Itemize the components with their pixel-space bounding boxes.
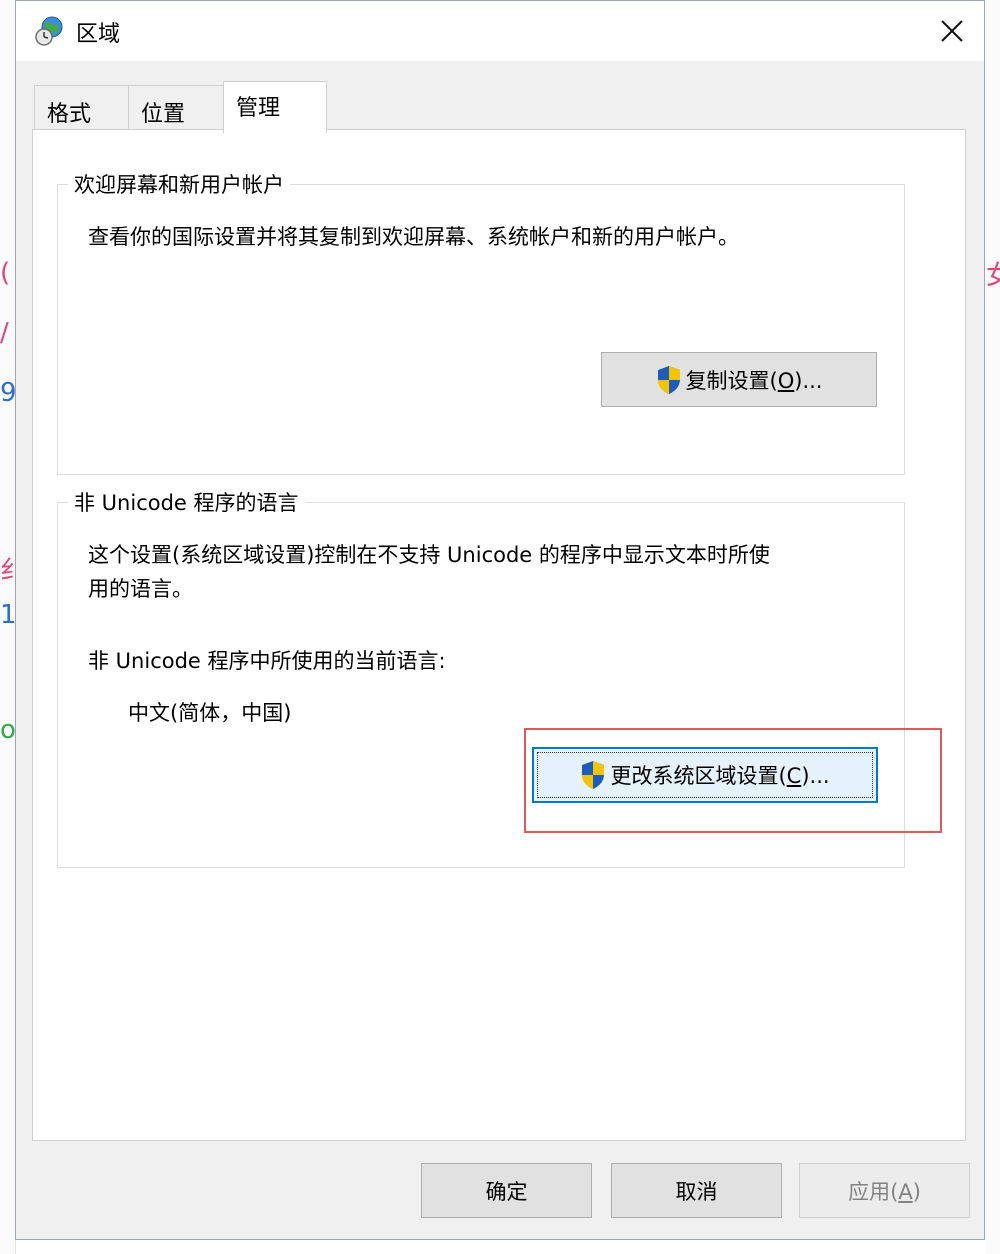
background-fragment: o xyxy=(0,715,16,745)
non-unicode-description-line1: 这个设置(系统区域设置)控制在不支持 Unicode 的程序中显示文本时所使 xyxy=(88,543,770,567)
current-language-value: 中文(简体，中国) xyxy=(128,701,292,725)
region-dialog: 区域 格式 位置 管理 欢迎屏幕和新用户帐户 查看你的国际设置并将其复制到欢迎屏… xyxy=(15,0,985,1240)
apply-button[interactable]: 应用(A) xyxy=(799,1163,970,1218)
tab-administrative[interactable]: 管理 xyxy=(223,81,327,133)
background-page-left: ( / 9 纟 1 o xyxy=(0,0,26,1254)
uac-shield-icon xyxy=(657,365,680,394)
welcome-description: 查看你的国际设置并将其复制到欢迎屏幕、系统帐户和新的用户帐户。 xyxy=(88,225,739,249)
title-bar[interactable]: 区域 xyxy=(16,1,984,61)
tab-format[interactable]: 格式 xyxy=(34,85,130,131)
change-system-locale-button[interactable]: 更改系统区域设置(C)... xyxy=(532,747,878,803)
non-unicode-description-line2: 用的语言。 xyxy=(88,577,193,601)
non-unicode-group: 非 Unicode 程序的语言 这个设置(系统区域设置)控制在不支持 Unico… xyxy=(57,487,905,868)
tab-location[interactable]: 位置 xyxy=(128,85,224,131)
administrative-panel: 欢迎屏幕和新用户帐户 查看你的国际设置并将其复制到欢迎屏幕、系统帐户和新的用户帐… xyxy=(32,129,966,1141)
background-fragment: / xyxy=(0,318,9,348)
background-page-right: 女 xyxy=(986,0,1000,1254)
cancel-button[interactable]: 取消 xyxy=(611,1163,782,1218)
copy-settings-button[interactable]: 复制设置(O)... xyxy=(601,352,877,407)
welcome-screen-group: 欢迎屏幕和新用户帐户 查看你的国际设置并将其复制到欢迎屏幕、系统帐户和新的用户帐… xyxy=(57,169,905,475)
group-title: 非 Unicode 程序的语言 xyxy=(68,487,305,517)
close-icon xyxy=(941,20,963,42)
background-fragment: 女 xyxy=(986,261,1000,291)
globe-clock-icon xyxy=(35,16,63,46)
ok-button[interactable]: 确定 xyxy=(421,1163,592,1218)
group-title: 欢迎屏幕和新用户帐户 xyxy=(68,169,290,199)
copy-settings-label: 复制设置(O)... xyxy=(685,368,823,393)
focus-ring xyxy=(537,752,873,798)
background-fragment: ( xyxy=(0,258,11,288)
apply-label: 应用(A) xyxy=(848,1179,921,1204)
window-title: 区域 xyxy=(76,22,121,47)
close-button[interactable] xyxy=(928,9,974,53)
current-language-label: 非 Unicode 程序中所使用的当前语言: xyxy=(88,649,446,673)
